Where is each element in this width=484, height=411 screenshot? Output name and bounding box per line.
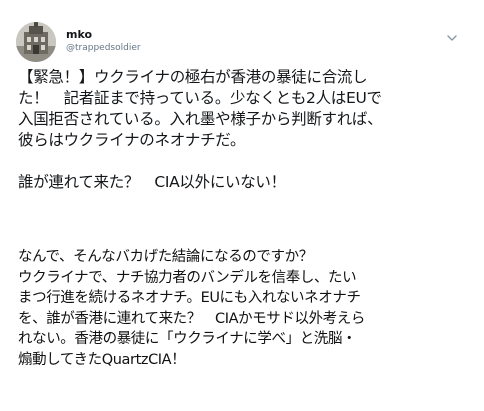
reply-text-line: 煽動してきたQuartzCIA！ — [18, 351, 186, 368]
reply-text-line: れない。香港の暴徒に「ウクライナに学べ」と洗脳・ — [18, 331, 357, 347]
avatar[interactable] — [16, 22, 56, 62]
user-info: mko @trappedsoldier — [66, 28, 141, 55]
reply-text-line: なんで、そんなバカげた結論になるのですか？ — [18, 249, 313, 265]
tweet-text-line: 誰が連れて来た？ CIA以外にいない！ — [18, 173, 286, 191]
tweet-text-line: 彼らはウクライナのネオナチだ。 — [18, 131, 246, 149]
reply-text-line: まつ行進を続けるネオナチ。EUにも入れないネオナチ — [18, 290, 361, 306]
tweet-text: 【緊急！】ウクライナの極右が香港の暴徒に合流し た！ 記者証まで持っている。少な… — [18, 67, 474, 193]
user-handle[interactable]: @trappedsoldier — [66, 42, 141, 55]
display-name[interactable]: mko — [66, 28, 141, 42]
reply-comment: なんで、そんなバカげた結論になるのですか？ ウクライナで、ナチ協力者のバンデルを… — [18, 247, 478, 370]
tweet-header: mko @trappedsoldier — [12, 14, 468, 68]
reply-text-line: ウクライナで、ナチ協力者のバンデルを信奉し、たい — [18, 269, 357, 286]
tweet-text-line: た！ 記者証まで持っている。少なくとも2人はEUで — [18, 89, 382, 107]
tweet-text-line: 【緊急！】ウクライナの極右が香港の暴徒に合流し — [18, 68, 368, 86]
tweet-text-line: 入国拒否されている。入れ墨や様子から判断すれば、 — [18, 110, 383, 128]
tweet-card: mko @trappedsoldier 【緊急！】ウクライナの極右が香港の暴徒に… — [0, 0, 484, 240]
chevron-down-icon[interactable] — [446, 32, 458, 44]
building-avatar-icon — [16, 22, 56, 62]
reply-text-line: を、誰が香港に連れて来た？ CIAかモサド以外考えら — [18, 310, 365, 327]
